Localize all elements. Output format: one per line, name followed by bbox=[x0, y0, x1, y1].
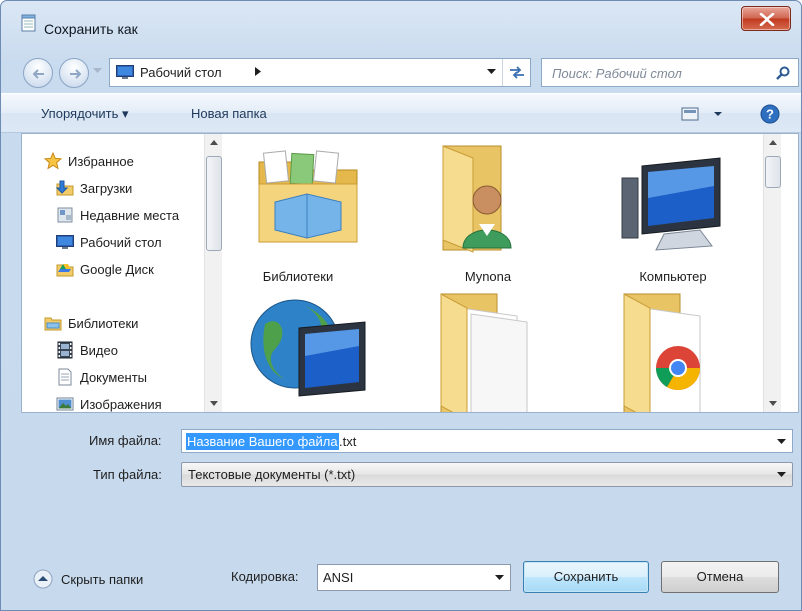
nav-item-label: Видео bbox=[80, 342, 118, 358]
nav-item-label: Изображения bbox=[80, 396, 162, 412]
address-row: Рабочий стол Поиск: Рабочий стол bbox=[1, 53, 801, 88]
scroll-down-icon[interactable] bbox=[769, 401, 777, 406]
nav-favorites[interactable]: Избранное bbox=[44, 150, 134, 172]
filename-label: Имя файла: bbox=[89, 433, 162, 448]
star-icon bbox=[44, 152, 62, 170]
chevron-down-icon[interactable] bbox=[777, 439, 786, 444]
chevron-down-icon bbox=[495, 575, 504, 580]
folder-icon bbox=[440, 293, 528, 412]
view-options-icon[interactable] bbox=[681, 106, 725, 122]
video-icon bbox=[57, 341, 73, 359]
forward-button[interactable] bbox=[59, 58, 89, 88]
nav-item-documents[interactable]: Документы bbox=[56, 366, 147, 388]
nav-item-google-drive[interactable]: Google Диск bbox=[56, 258, 154, 280]
user-folder-icon bbox=[442, 145, 512, 253]
file-list-scrollbar[interactable] bbox=[763, 134, 781, 412]
refresh-icon bbox=[510, 66, 524, 79]
nav-item-downloads[interactable]: Загрузки bbox=[56, 177, 132, 199]
filename-extension-text: .txt bbox=[339, 434, 357, 449]
file-item-user[interactable]: Mynona bbox=[413, 144, 563, 284]
nav-item-label: Недавние места bbox=[80, 207, 180, 223]
chrome-folder-icon bbox=[623, 293, 701, 412]
filetype-value: Текстовые документы (*.txt) bbox=[188, 467, 356, 482]
nav-scrollbar[interactable] bbox=[204, 134, 222, 412]
computer-icon bbox=[621, 157, 721, 251]
search-placeholder: Поиск: Рабочий стол bbox=[552, 66, 682, 81]
nav-item-recent-places[interactable]: Недавние места bbox=[56, 204, 179, 226]
filetype-label: Тип файла: bbox=[93, 467, 162, 482]
close-button[interactable] bbox=[741, 6, 791, 31]
search-icon[interactable] bbox=[776, 66, 790, 80]
svg-text:?: ? bbox=[766, 107, 774, 122]
nav-libraries-label: Библиотеки bbox=[68, 315, 139, 331]
organize-button[interactable]: Упорядочить ▾ bbox=[41, 106, 129, 122]
file-item-chrome-folder[interactable] bbox=[598, 284, 748, 412]
desktop-icon bbox=[116, 65, 134, 79]
scroll-up-icon[interactable] bbox=[210, 140, 218, 145]
pictures-icon bbox=[56, 397, 74, 411]
refresh-button[interactable] bbox=[502, 59, 530, 86]
scroll-up-icon[interactable] bbox=[769, 140, 777, 145]
help-icon[interactable]: ? bbox=[760, 104, 780, 124]
nav-item-label: Google Диск bbox=[80, 261, 154, 277]
documents-icon bbox=[58, 368, 72, 386]
encoding-select[interactable]: ANSI bbox=[317, 564, 511, 591]
chevron-right-icon[interactable] bbox=[255, 67, 261, 76]
file-item-libraries[interactable]: Библиотеки bbox=[223, 144, 373, 284]
recent-places-icon bbox=[57, 207, 73, 223]
filetype-select[interactable]: Текстовые документы (*.txt) bbox=[181, 462, 793, 487]
new-folder-button[interactable]: Новая папка bbox=[191, 106, 267, 121]
hide-folders-button[interactable]: Скрыть папки bbox=[33, 569, 143, 589]
file-item-network[interactable] bbox=[223, 284, 373, 412]
filename-input[interactable]: Название Вашего файла .txt bbox=[181, 429, 793, 453]
file-label: Компьютер bbox=[639, 269, 707, 284]
file-list[interactable]: Библиотеки Mynona Компьютер bbox=[223, 134, 781, 412]
google-drive-icon bbox=[56, 264, 74, 277]
filename-selected-text: Название Вашего файла bbox=[186, 433, 339, 450]
title-bar: Сохранить как bbox=[1, 1, 801, 41]
address-location[interactable]: Рабочий стол bbox=[140, 65, 222, 80]
chevron-down-icon bbox=[777, 472, 786, 477]
nav-item-label: Рабочий стол bbox=[80, 234, 162, 250]
encoding-label: Кодировка: bbox=[231, 569, 299, 584]
history-dropdown-icon[interactable] bbox=[93, 68, 102, 74]
arrow-left-icon bbox=[32, 69, 44, 79]
nav-item-video[interactable]: Видео bbox=[56, 339, 118, 361]
navigation-pane[interactable]: Избранное Загрузки Недавние места Рабочи… bbox=[22, 134, 222, 412]
nav-libraries[interactable]: Библиотеки bbox=[44, 312, 138, 334]
libraries-folder-icon bbox=[258, 150, 358, 243]
scroll-down-icon[interactable] bbox=[210, 401, 218, 406]
file-label: Библиотеки bbox=[262, 269, 334, 284]
notepad-icon bbox=[21, 14, 36, 32]
nav-favorites-label: Избранное bbox=[68, 153, 134, 169]
file-item-computer[interactable]: Компьютер bbox=[598, 144, 748, 284]
command-toolbar: Упорядочить ▾ Новая папка ? bbox=[1, 93, 801, 133]
nav-scroll-thumb[interactable] bbox=[206, 156, 222, 251]
cancel-button[interactable]: Отмена bbox=[661, 561, 779, 593]
address-bar[interactable]: Рабочий стол bbox=[109, 58, 531, 87]
window-title: Сохранить как bbox=[44, 21, 138, 37]
search-input[interactable]: Поиск: Рабочий стол bbox=[541, 58, 799, 87]
file-list-scroll-thumb[interactable] bbox=[765, 156, 781, 188]
back-button[interactable] bbox=[23, 58, 53, 88]
nav-item-desktop[interactable]: Рабочий стол bbox=[56, 231, 162, 253]
save-button[interactable]: Сохранить bbox=[523, 561, 649, 593]
chevron-up-circle-icon bbox=[33, 569, 53, 589]
desktop-icon bbox=[56, 235, 74, 249]
browser-area: Избранное Загрузки Недавние места Рабочи… bbox=[21, 133, 799, 413]
save-as-dialog: Сохранить как Рабочий стол Поиск: Рабочи… bbox=[0, 0, 802, 611]
network-icon bbox=[250, 299, 366, 397]
arrow-right-icon bbox=[70, 69, 82, 79]
chevron-down-icon[interactable] bbox=[487, 69, 496, 74]
file-item-folder[interactable] bbox=[413, 284, 563, 412]
hide-folders-label: Скрыть папки bbox=[61, 571, 144, 587]
downloads-icon bbox=[56, 180, 74, 196]
nav-item-pictures[interactable]: Изображения bbox=[56, 393, 162, 415]
libraries-icon bbox=[44, 317, 62, 331]
nav-item-label: Документы bbox=[80, 369, 148, 385]
encoding-value: ANSI bbox=[323, 570, 354, 585]
nav-item-label: Загрузки bbox=[80, 180, 133, 196]
file-label: Mynona bbox=[464, 269, 512, 284]
close-icon bbox=[759, 13, 775, 26]
